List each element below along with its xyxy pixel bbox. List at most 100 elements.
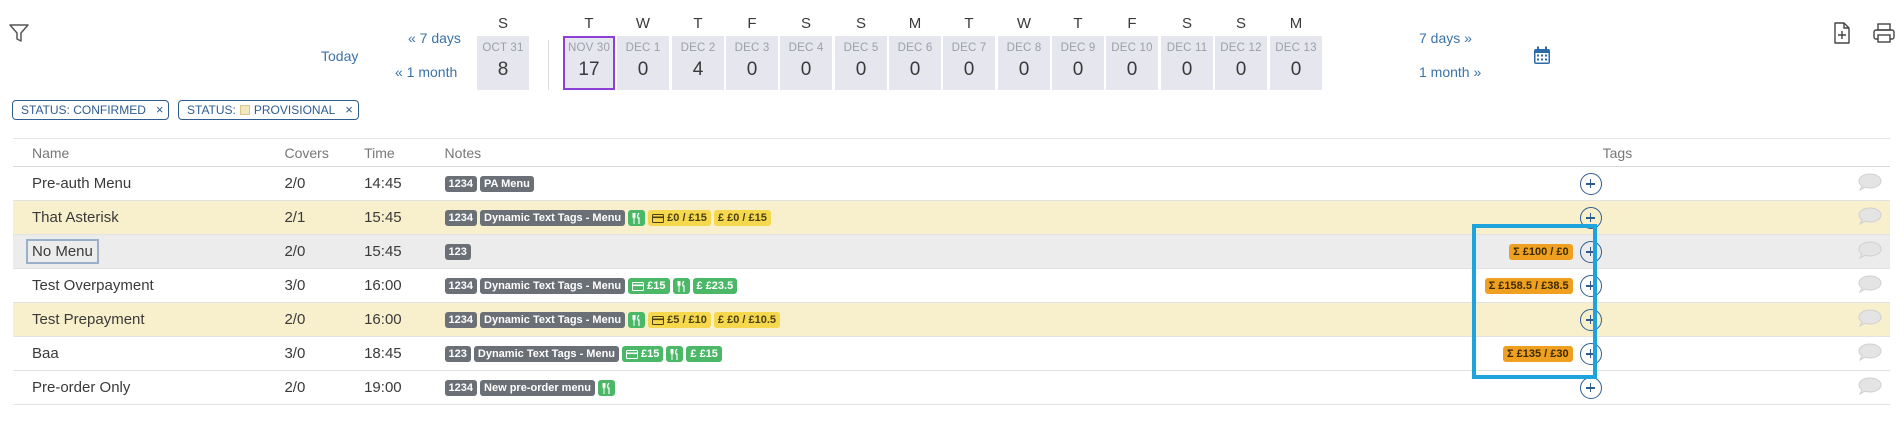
- comment-icon[interactable]: [1858, 240, 1882, 263]
- guest-name[interactable]: No Menu: [26, 239, 99, 264]
- column-header-tags[interactable]: Tags: [1583, 138, 1839, 167]
- table-row[interactable]: Pre-auth Menu 2/0 14:45 1234 PA Menu: [13, 166, 1890, 201]
- forward-1-month-link[interactable]: 1 month »: [1419, 64, 1481, 80]
- today-link[interactable]: Today: [321, 48, 358, 64]
- comment-icon[interactable]: [1858, 206, 1882, 229]
- date-cell[interactable]: S DEC 4 0: [780, 14, 832, 90]
- booking-count: 0: [1018, 59, 1030, 80]
- add-tag-button[interactable]: [1579, 342, 1602, 365]
- time-cell: 14:45: [345, 166, 426, 201]
- table-row[interactable]: That Asterisk 2/1 15:45 1234 Dynamic Text Ta…: [13, 200, 1890, 235]
- day-of-week-label: T: [964, 15, 974, 32]
- guest-name[interactable]: Test Overpayment: [32, 277, 154, 294]
- add-tag-button[interactable]: [1579, 376, 1602, 399]
- table-row[interactable]: Test Overpayment 3/0 16:00 1234 Dynamic Text…: [13, 268, 1890, 303]
- back-1-month-link[interactable]: « 1 month: [395, 64, 457, 80]
- comment-icon[interactable]: [1858, 376, 1882, 399]
- close-icon[interactable]: ×: [156, 101, 164, 119]
- date-box: DEC 6 0: [889, 36, 941, 90]
- note-tag-text: £ £23.5: [696, 280, 734, 293]
- date-divider: [548, 40, 549, 90]
- day-of-week-label: F: [1127, 15, 1137, 32]
- card-icon: [632, 281, 645, 291]
- date-cell[interactable]: W DEC 8 0: [998, 14, 1050, 90]
- day-of-week-label: S: [800, 15, 811, 32]
- table-row[interactable]: Test Prepayment 2/0 16:00 1234 Dynamic Text …: [13, 302, 1890, 337]
- tags-cell: [1579, 200, 1839, 235]
- table-row[interactable]: Pre-order Only 2/0 19:00 1234 New pre-order …: [13, 370, 1890, 405]
- add-tag-button[interactable]: [1579, 240, 1602, 263]
- date-cell[interactable]: S DEC 5 0: [835, 14, 887, 90]
- calendar-icon[interactable]: [1533, 46, 1551, 65]
- comment-icon[interactable]: [1858, 308, 1882, 331]
- close-icon[interactable]: ×: [345, 101, 353, 119]
- filter-chip-label: STATUS: CONFIRMED: [21, 103, 146, 117]
- guest-name[interactable]: That Asterisk: [32, 209, 119, 226]
- date-cell[interactable]: S OCT 31 8: [477, 14, 529, 90]
- date-cell[interactable]: T DEC 9 0: [1052, 14, 1104, 90]
- comment-icon[interactable]: [1858, 342, 1882, 365]
- cutlery-icon: [632, 314, 640, 326]
- note-tag: PA Menu: [480, 176, 534, 193]
- date-cell[interactable]: M DEC 13 0: [1270, 14, 1322, 90]
- time-cell: 18:45: [345, 336, 426, 371]
- date-cell[interactable]: F DEC 3 0: [726, 14, 778, 90]
- note-tag-text: 123: [448, 246, 467, 259]
- back-7-days-link[interactable]: « 7 days: [408, 30, 461, 46]
- date-cell[interactable]: F DEC 10 0: [1106, 14, 1158, 90]
- date-box: DEC 8 0: [998, 36, 1050, 90]
- add-document-icon[interactable]: [1832, 22, 1852, 44]
- note-tag-text: £ £0 / £15: [717, 212, 767, 225]
- table-row[interactable]: No Menu 2/0 15:45 123 Σ £100 / £0: [13, 234, 1890, 269]
- column-header-notes[interactable]: Notes: [425, 138, 1485, 167]
- notes-cell: 1234 Dynamic Text Tags - Menu £5 / £10 £ £0…: [425, 302, 1485, 337]
- guest-name[interactable]: Pre-order Only: [32, 379, 130, 396]
- date-cell[interactable]: S DEC 12 0: [1215, 14, 1267, 90]
- name-cell: Test Prepayment: [13, 302, 266, 337]
- payment-summary-badge: Σ £100 / £0: [1509, 244, 1573, 261]
- column-header-name[interactable]: Name: [13, 138, 266, 167]
- booking-count: 0: [1181, 59, 1193, 80]
- sigma-icon: Σ: [1513, 246, 1520, 259]
- add-tag-button[interactable]: [1579, 308, 1602, 331]
- comment-icon[interactable]: [1858, 274, 1882, 297]
- date-cell[interactable]: M DEC 6 0: [889, 14, 941, 90]
- covers-cell: 3/0: [265, 268, 346, 303]
- date-box: DEC 5 0: [835, 36, 887, 90]
- filter-chip-confirmed[interactable]: STATUS: CONFIRMED ×: [12, 100, 170, 120]
- date-cell[interactable]: T DEC 2 4: [672, 14, 724, 90]
- note-tag-text: £15: [647, 280, 666, 293]
- forward-7-days-link[interactable]: 7 days »: [1419, 30, 1472, 46]
- printer-icon[interactable]: [1872, 22, 1896, 44]
- comment-cell: [1839, 336, 1890, 371]
- note-tag: 123: [444, 244, 471, 261]
- guest-name[interactable]: Test Prepayment: [32, 311, 145, 328]
- note-tag: Dynamic Text Tags - Menu: [480, 312, 626, 329]
- date-cell[interactable]: S DEC 11 0: [1161, 14, 1213, 90]
- note-tag-text: £ £15: [690, 348, 718, 361]
- date-cell[interactable]: T NOV 30 17: [563, 14, 615, 90]
- name-cell: Baa: [13, 336, 266, 371]
- add-tag-button[interactable]: [1579, 172, 1602, 195]
- booking-count: 0: [963, 59, 975, 80]
- column-header-time[interactable]: Time: [345, 138, 426, 167]
- cutlery-icon: [670, 348, 678, 360]
- tags-cell: [1579, 234, 1839, 269]
- date-cell[interactable]: T DEC 7 0: [943, 14, 995, 90]
- add-tag-button[interactable]: [1579, 274, 1602, 297]
- add-tag-button[interactable]: [1579, 206, 1602, 229]
- filter-chip-provisional[interactable]: STATUS: PROVISIONAL ×: [178, 100, 359, 120]
- name-cell: No Menu: [13, 234, 266, 269]
- note-tag: [628, 312, 646, 329]
- day-of-week-label: W: [635, 15, 651, 32]
- payment-summary-cell: [1484, 302, 1584, 337]
- guest-name[interactable]: Baa: [32, 345, 59, 362]
- guest-name[interactable]: Pre-auth Menu: [32, 175, 131, 192]
- table-row[interactable]: Baa 3/0 18:45 123 Dynamic Text Tags - Menu £1…: [13, 336, 1890, 371]
- filter-icon[interactable]: [8, 22, 30, 44]
- comment-icon[interactable]: [1858, 172, 1882, 195]
- column-header-covers[interactable]: Covers: [265, 138, 346, 167]
- time-cell: 15:45: [345, 234, 426, 269]
- comment-cell: [1839, 268, 1890, 303]
- date-cell[interactable]: W DEC 1 0: [617, 14, 669, 90]
